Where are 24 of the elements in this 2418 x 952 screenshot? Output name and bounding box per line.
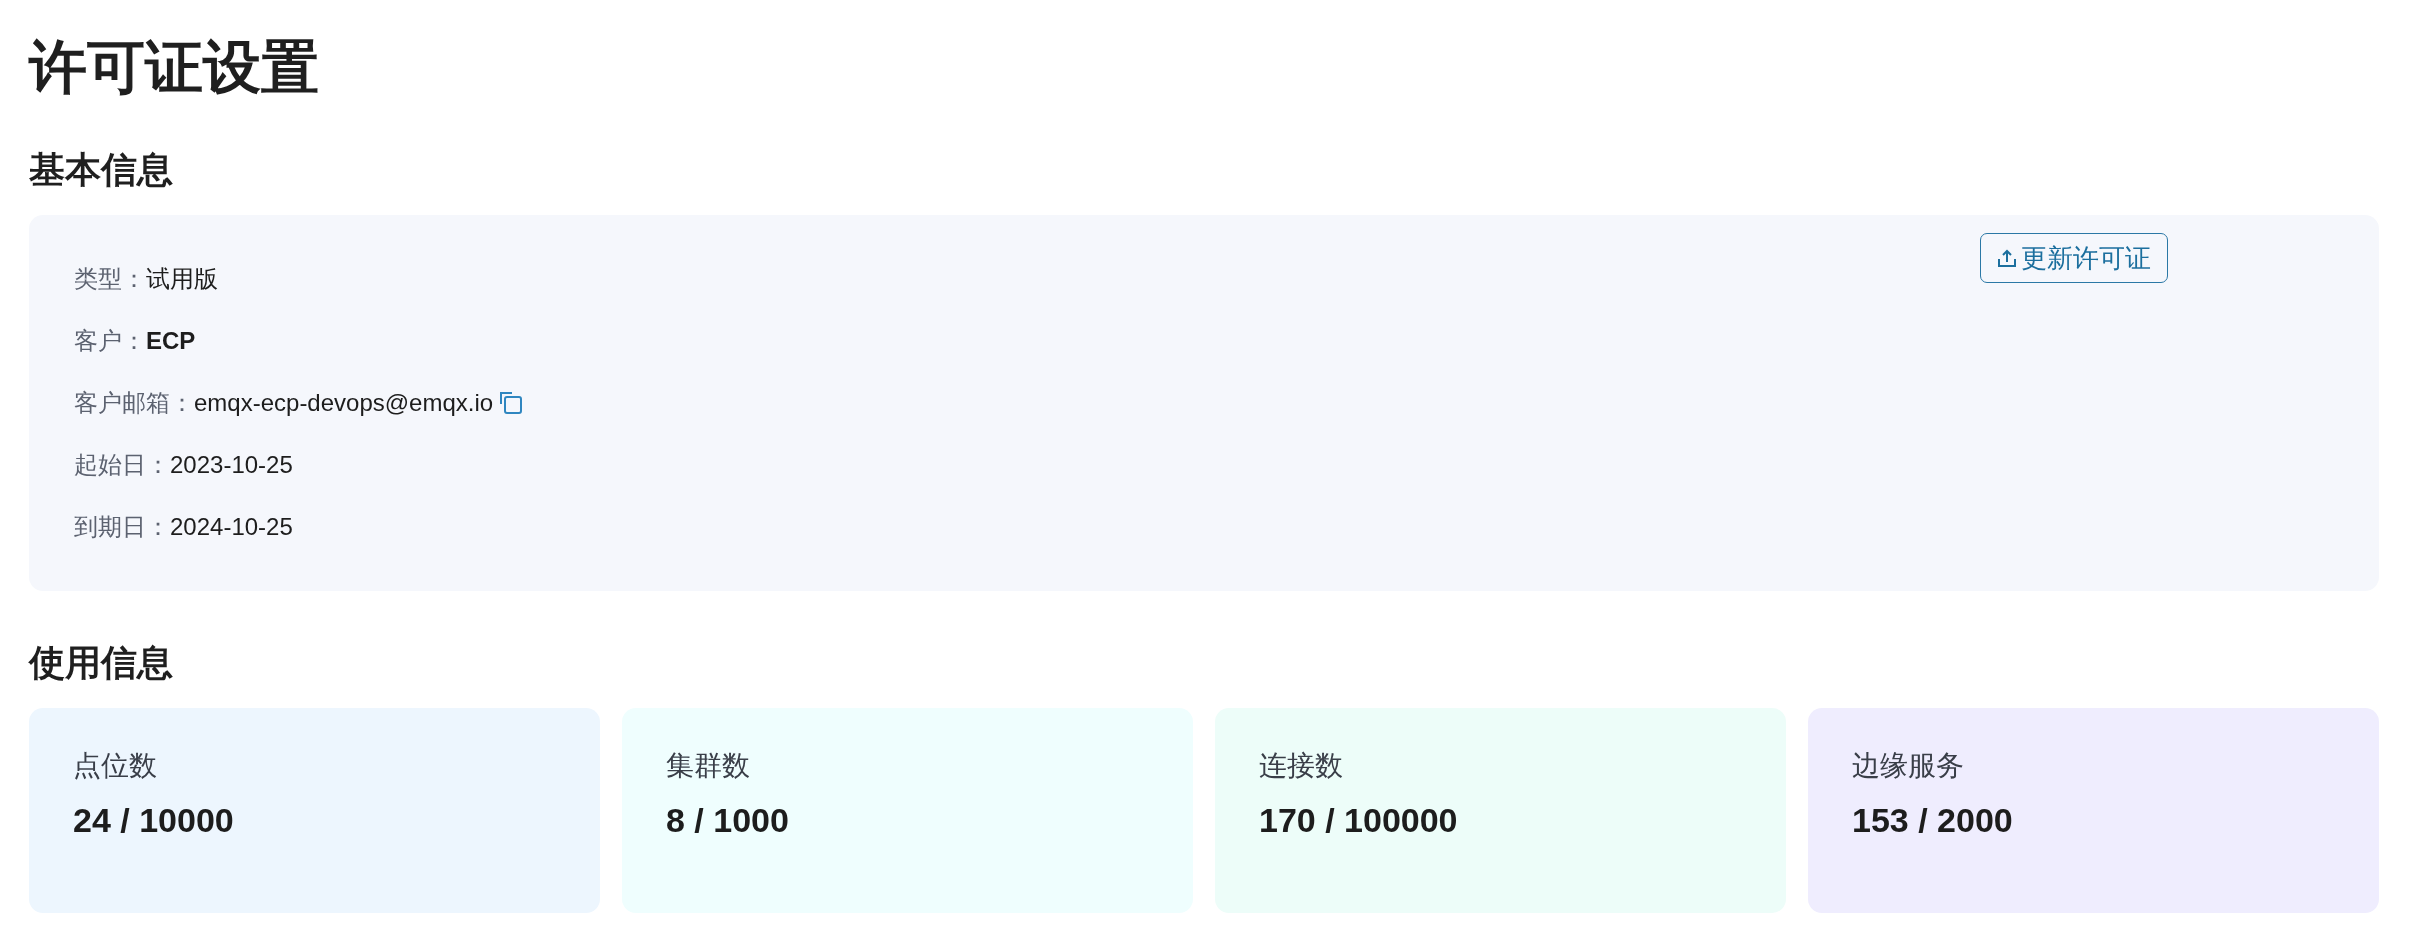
usage-label: 集群数 bbox=[666, 749, 750, 783]
field-value: ECP bbox=[146, 327, 196, 355]
usage-label: 点位数 bbox=[73, 749, 157, 783]
field-label: 客户： bbox=[74, 326, 146, 356]
usage-value: 153 / 2000 bbox=[1852, 800, 2013, 841]
field-label: 类型： bbox=[74, 264, 146, 294]
usage-label: 连接数 bbox=[1259, 749, 1343, 783]
section-heading: 使用信息 bbox=[29, 641, 173, 685]
field-value: emqx-ecp-devops@emqx.io bbox=[194, 389, 494, 417]
page-title: 许可证设置 bbox=[29, 33, 319, 101]
field-value: 2023-10-25 bbox=[170, 451, 293, 479]
upload-icon bbox=[1997, 248, 2017, 268]
usage-label: 边缘服务 bbox=[1852, 749, 1964, 783]
field-label: 到期日： bbox=[74, 512, 170, 542]
field-label: 客户邮箱： bbox=[74, 388, 194, 418]
copy-icon[interactable] bbox=[499, 391, 524, 415]
update-license-button[interactable]: 更新许可证 bbox=[1980, 233, 2168, 283]
field-value: 2024-10-25 bbox=[170, 513, 293, 541]
field-value: 试用版 bbox=[146, 264, 218, 294]
usage-value: 170 / 100000 bbox=[1259, 800, 1458, 841]
usage-value: 24 / 10000 bbox=[73, 800, 234, 841]
field-label: 起始日： bbox=[74, 450, 170, 480]
section-heading: 基本信息 bbox=[29, 148, 173, 192]
usage-value: 8 / 1000 bbox=[666, 800, 789, 841]
